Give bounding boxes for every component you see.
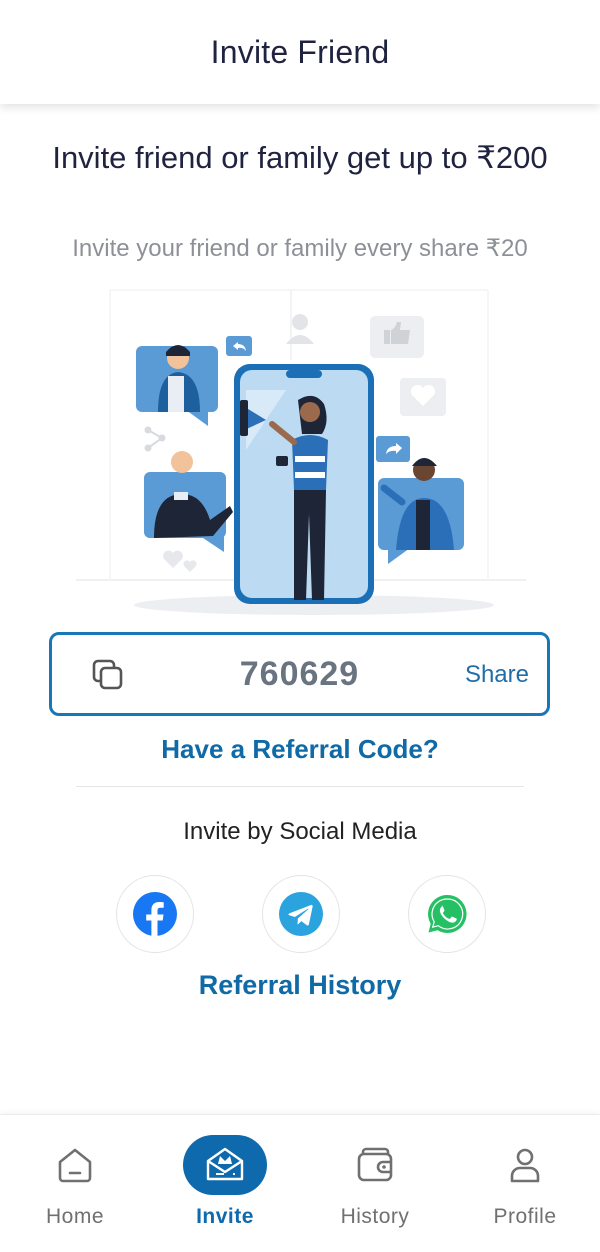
bottom-navigation: Home Invite History Profile: [0, 1114, 600, 1252]
share-button[interactable]: Share: [465, 657, 529, 693]
app-screen: Invite Friend Invite friend or family ge…: [0, 0, 600, 1252]
nav-item-home[interactable]: Home: [0, 1115, 150, 1252]
wallet-icon: [357, 1147, 393, 1182]
nav-label-home: Home: [45, 1205, 105, 1228]
home-icon: [58, 1148, 92, 1183]
whatsapp-icon: [428, 894, 467, 933]
facebook-icon: [133, 892, 177, 936]
whatsapp-share-button[interactable]: [408, 875, 486, 953]
invite-illustration: [76, 289, 526, 615]
nav-label-profile: Profile: [493, 1205, 557, 1228]
nav-label-invite: Invite: [196, 1205, 254, 1228]
divider: [76, 786, 524, 787]
hero-title: Invite friend or family get up to ₹200: [52, 140, 548, 175]
have-referral-code-link[interactable]: Have a Referral Code?: [0, 734, 600, 765]
invite-icon: [206, 1147, 244, 1181]
nav-item-history[interactable]: History: [300, 1115, 450, 1252]
copy-icon[interactable]: [90, 657, 126, 693]
referral-history-link[interactable]: Referral History: [0, 970, 600, 1001]
nav-label-history: History: [340, 1205, 410, 1228]
app-header: Invite Friend: [0, 0, 600, 104]
hero-subtitle: Invite your friend or family every share…: [72, 235, 528, 262]
social-media-title: Invite by Social Media: [183, 818, 417, 845]
referral-code-box: 760629 Share: [49, 632, 550, 716]
nav-item-profile[interactable]: Profile: [450, 1115, 600, 1252]
nav-item-invite[interactable]: Invite: [150, 1115, 300, 1252]
telegram-share-button[interactable]: [262, 875, 340, 953]
telegram-icon: [279, 892, 323, 936]
page-title: Invite Friend: [210, 33, 390, 70]
profile-icon: [510, 1148, 540, 1183]
facebook-share-button[interactable]: [116, 875, 194, 953]
